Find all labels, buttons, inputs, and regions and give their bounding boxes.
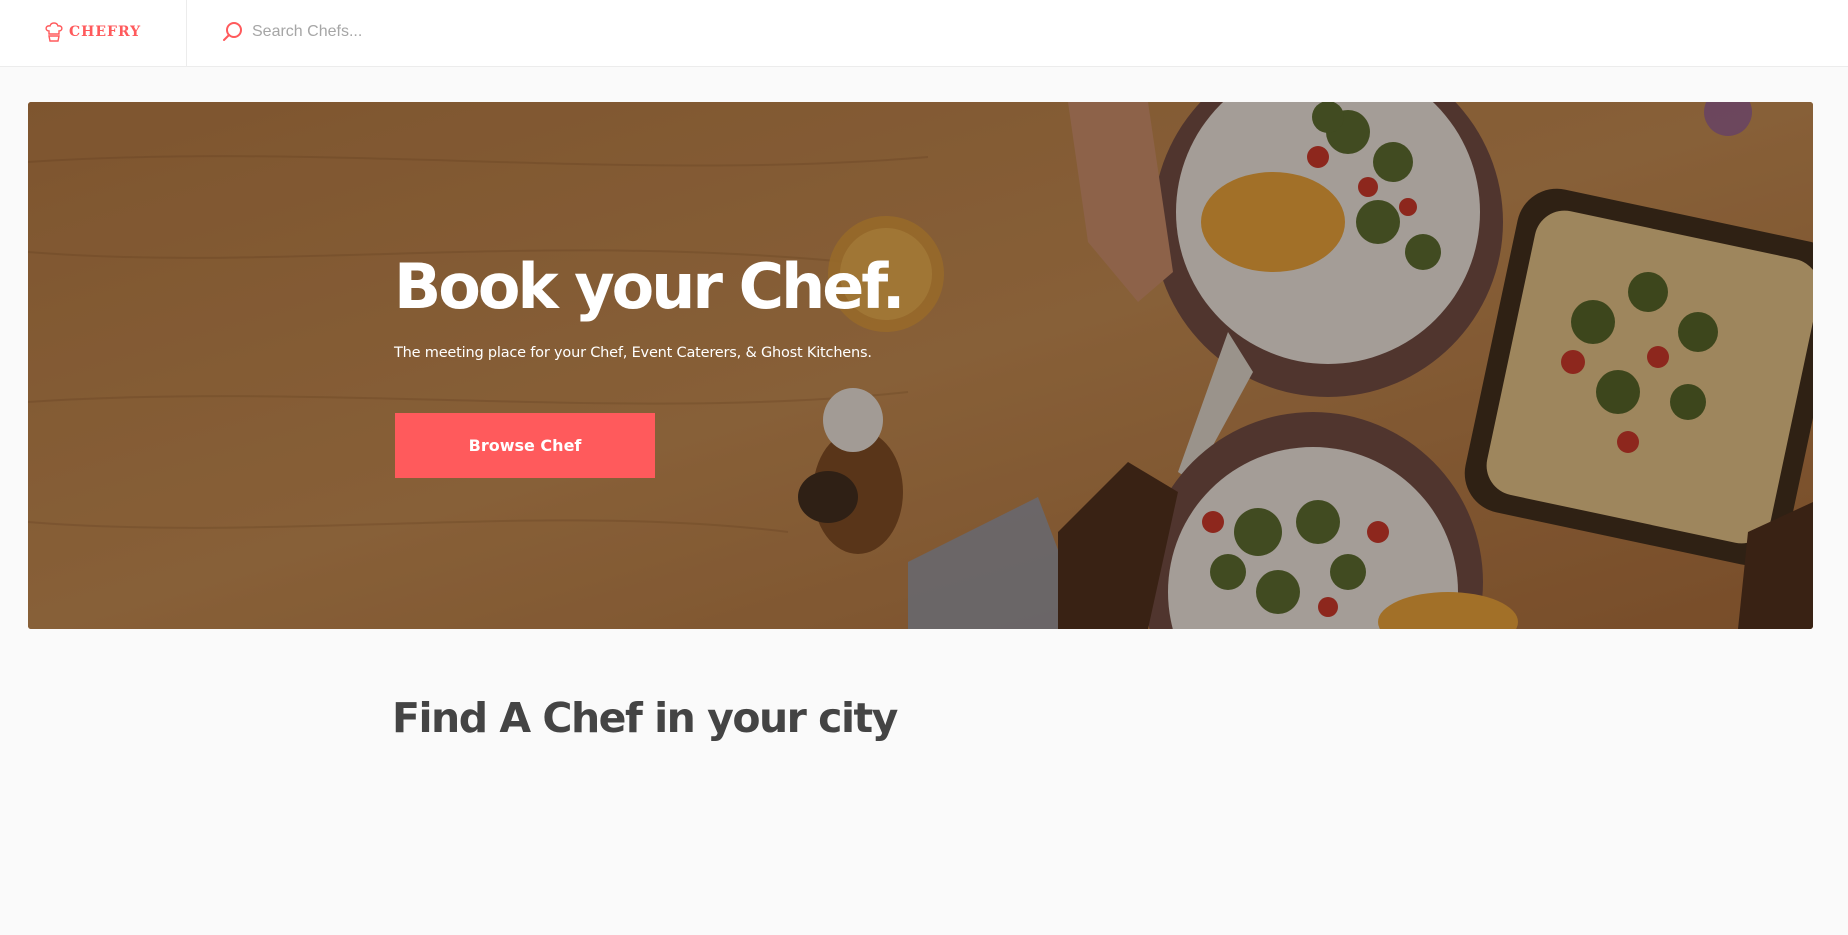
hero-subtitle: The meeting place for your Chef, Event C… — [394, 345, 872, 361]
search-bar — [221, 18, 652, 46]
hero-title: Book your Chef. — [394, 250, 905, 323]
search-input[interactable] — [252, 23, 652, 41]
brand-logo[interactable]: CHEFRY — [43, 20, 141, 44]
top-navbar: CHEFRY — [0, 0, 1848, 67]
logo-area: CHEFRY — [0, 0, 187, 67]
browse-chef-button[interactable]: Browse Chef — [395, 413, 655, 478]
hero-overlay — [28, 102, 1813, 629]
chef-hat-icon — [45, 22, 63, 42]
find-chef-heading: Find A Chef in your city — [392, 694, 898, 742]
search-icon[interactable] — [221, 20, 245, 44]
hero-banner: Book your Chef. The meeting place for yo… — [28, 102, 1813, 629]
brand-name: CHEFRY — [69, 24, 142, 40]
